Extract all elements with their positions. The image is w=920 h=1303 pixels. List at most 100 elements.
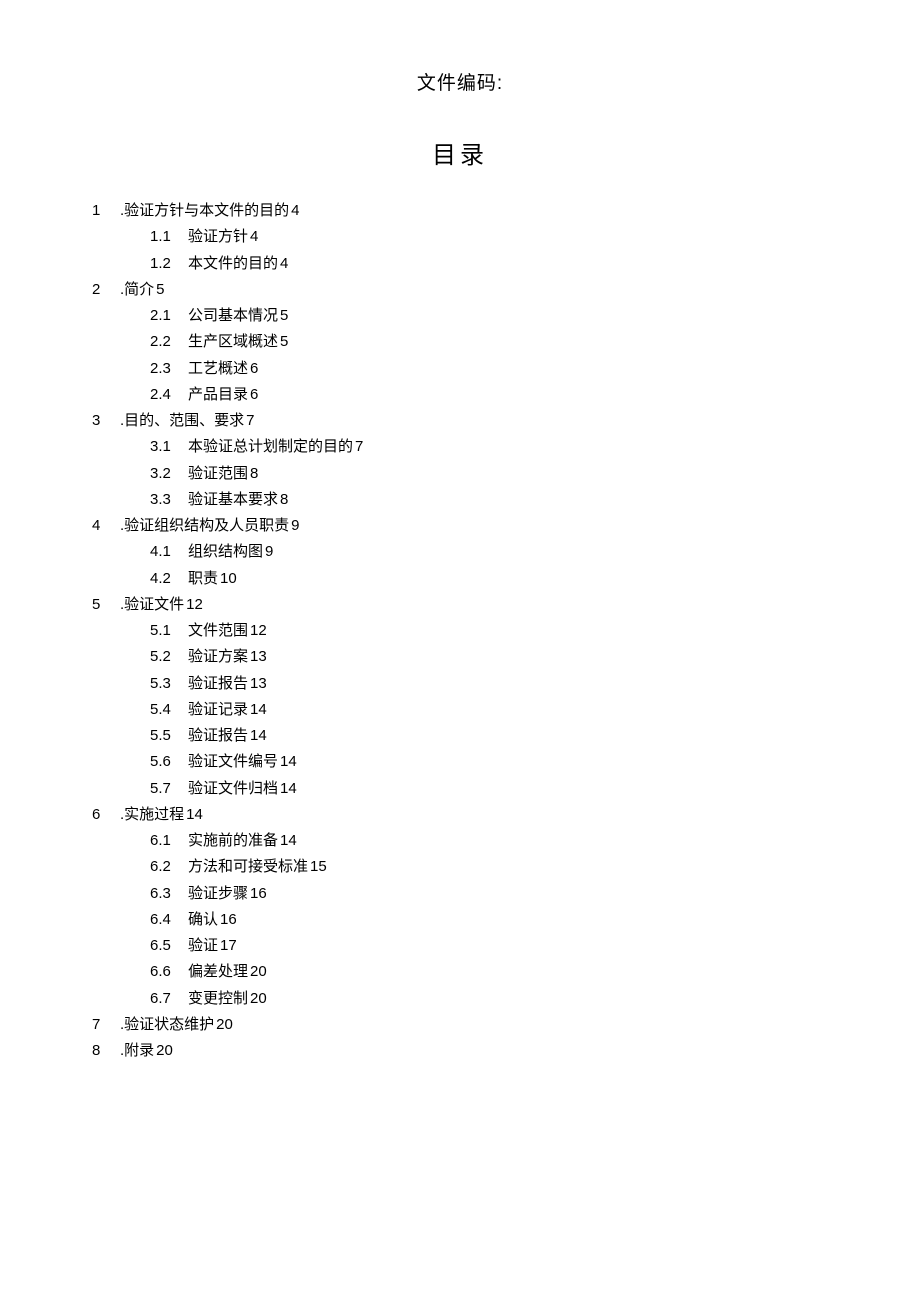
toc-entry-label: 验证基本要求	[188, 487, 278, 513]
toc-entry-page: 6	[250, 382, 258, 408]
toc-entry-page: 14	[280, 828, 297, 854]
toc-entry-number: 3	[92, 408, 120, 434]
toc-entry-number: 6.2	[150, 854, 188, 880]
toc-entry: 6.6偏差处理 20	[92, 959, 828, 985]
toc-entry-number: 4.2	[150, 566, 188, 592]
toc-entry: 4.1组织结构图 9	[92, 539, 828, 565]
toc-entry-page: 5	[280, 329, 288, 355]
toc-entry-page: 14	[250, 697, 267, 723]
toc-entry-number: 2	[92, 277, 120, 303]
toc-entry: 4.2职责 10	[92, 566, 828, 592]
toc-entry: 2.3工艺概述 6	[92, 356, 828, 382]
toc-entry-number: 5	[92, 592, 120, 618]
document-header: 文件编码:	[92, 68, 828, 95]
toc-entry-label: 验证步骤	[188, 881, 248, 907]
toc-entry-label: 本验证总计划制定的目的	[188, 434, 353, 460]
toc-entry: 2.简介 5	[92, 277, 828, 303]
toc-entry-page: 7	[355, 434, 363, 460]
toc-title: 目录	[92, 135, 828, 170]
toc-list: 1.验证方针与本文件的目的 41.1验证方针 41.2本文件的目的 42.简介 …	[92, 198, 828, 1064]
toc-entry: 1.2本文件的目的 4	[92, 251, 828, 277]
toc-entry-page: 12	[250, 618, 267, 644]
toc-entry-number: 1	[92, 198, 120, 224]
toc-entry-number: 1.1	[150, 224, 188, 250]
toc-entry-page: 20	[250, 986, 267, 1012]
toc-entry: 5.1文件范围 12	[92, 618, 828, 644]
toc-entry-label: 偏差处理	[188, 959, 248, 985]
toc-entry: 3.2验证范围 8	[92, 461, 828, 487]
toc-entry-number: 3.3	[150, 487, 188, 513]
toc-entry-number: 7	[92, 1012, 120, 1038]
toc-entry: 6.1实施前的准备 14	[92, 828, 828, 854]
toc-entry-label: 实施前的准备	[188, 828, 278, 854]
toc-entry-page: 14	[186, 802, 203, 828]
toc-entry-page: 12	[186, 592, 203, 618]
toc-entry-page: 20	[250, 959, 267, 985]
toc-entry-label: 生产区域概述	[188, 329, 278, 355]
toc-entry-number: 6.6	[150, 959, 188, 985]
toc-entry-number: 6.4	[150, 907, 188, 933]
toc-entry-label: 验证文件编号	[188, 749, 278, 775]
toc-entry-number: 5.2	[150, 644, 188, 670]
toc-entry-label: 文件范围	[188, 618, 248, 644]
toc-entry-page: 4	[250, 224, 258, 250]
toc-entry-label: .验证组织结构及人员职责	[120, 513, 289, 539]
toc-entry-number: 2.4	[150, 382, 188, 408]
toc-entry-number: 6.3	[150, 881, 188, 907]
toc-entry-page: 16	[250, 881, 267, 907]
toc-entry-label: 验证	[188, 933, 218, 959]
toc-entry: 6.7变更控制 20	[92, 986, 828, 1012]
toc-entry-number: 5.3	[150, 671, 188, 697]
toc-entry: 1.验证方针与本文件的目的 4	[92, 198, 828, 224]
toc-entry-page: 9	[291, 513, 299, 539]
toc-entry-label: 验证范围	[188, 461, 248, 487]
toc-entry-label: .验证方针与本文件的目的	[120, 198, 289, 224]
toc-entry: 6.2方法和可接受标准 15	[92, 854, 828, 880]
toc-entry-label: 验证报告	[188, 723, 248, 749]
toc-entry-number: 6	[92, 802, 120, 828]
toc-entry-number: 2.2	[150, 329, 188, 355]
toc-entry-number: 3.1	[150, 434, 188, 460]
toc-entry-number: 1.2	[150, 251, 188, 277]
toc-entry-number: 2.3	[150, 356, 188, 382]
toc-entry-page: 4	[280, 251, 288, 277]
toc-entry-page: 8	[250, 461, 258, 487]
toc-entry-label: 产品目录	[188, 382, 248, 408]
toc-entry-page: 20	[216, 1012, 233, 1038]
toc-entry-label: 工艺概述	[188, 356, 248, 382]
toc-entry-label: 变更控制	[188, 986, 248, 1012]
toc-entry-number: 2.1	[150, 303, 188, 329]
toc-entry-page: 14	[280, 776, 297, 802]
toc-entry-number: 5.5	[150, 723, 188, 749]
toc-entry-page: 6	[250, 356, 258, 382]
toc-entry: 3.目的、范围、要求 7	[92, 408, 828, 434]
toc-entry: 2.1公司基本情况 5	[92, 303, 828, 329]
toc-entry: 7.验证状态维护 20	[92, 1012, 828, 1038]
toc-entry-number: 6.1	[150, 828, 188, 854]
toc-entry-page: 14	[280, 749, 297, 775]
toc-entry-label: .附录	[120, 1038, 154, 1064]
toc-entry: 3.1本验证总计划制定的目的 7	[92, 434, 828, 460]
toc-entry-label: 本文件的目的	[188, 251, 278, 277]
toc-entry-page: 13	[250, 671, 267, 697]
toc-entry: 1.1验证方针 4	[92, 224, 828, 250]
toc-entry-label: 方法和可接受标准	[188, 854, 308, 880]
toc-entry-label: 验证方针	[188, 224, 248, 250]
toc-entry-page: 16	[220, 907, 237, 933]
toc-entry-number: 5.7	[150, 776, 188, 802]
toc-entry: 6.3验证步骤 16	[92, 881, 828, 907]
toc-entry-label: 确认	[188, 907, 218, 933]
toc-entry-label: .简介	[120, 277, 154, 303]
toc-entry-page: 5	[280, 303, 288, 329]
toc-entry: 6.5验证 17	[92, 933, 828, 959]
toc-entry: 3.3验证基本要求 8	[92, 487, 828, 513]
toc-entry-number: 3.2	[150, 461, 188, 487]
toc-entry-label: .验证状态维护	[120, 1012, 214, 1038]
toc-entry-number: 4	[92, 513, 120, 539]
toc-entry-label: 职责	[188, 566, 218, 592]
toc-entry-label: 验证记录	[188, 697, 248, 723]
toc-entry-page: 4	[291, 198, 299, 224]
toc-entry-number: 5.6	[150, 749, 188, 775]
toc-entry-page: 15	[310, 854, 327, 880]
toc-entry: 2.4产品目录 6	[92, 382, 828, 408]
